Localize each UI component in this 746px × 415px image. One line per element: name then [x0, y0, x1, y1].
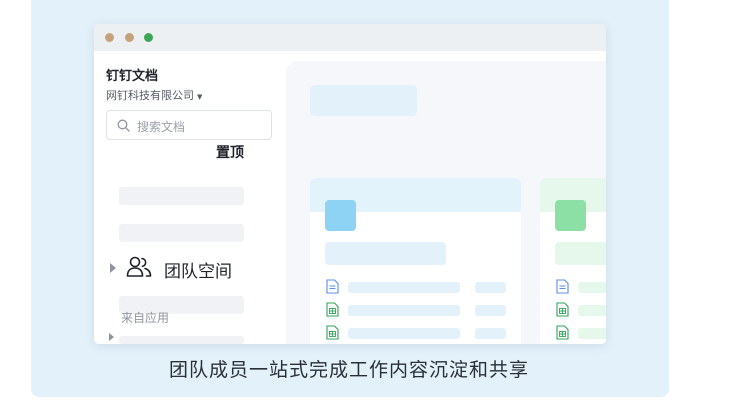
triangle-right-icon[interactable] [109, 333, 114, 341]
org-name: 网钉科技有限公司 [106, 89, 194, 102]
doc-icon [326, 279, 339, 294]
loading-file-name [348, 328, 460, 339]
loading-file-meta [475, 305, 506, 316]
sheet-icon [326, 302, 339, 317]
triangle-right-icon[interactable] [110, 263, 116, 273]
close-button[interactable] [105, 33, 114, 42]
loading-file-name [578, 282, 606, 293]
zoom-button[interactable] [144, 33, 153, 42]
search-icon [117, 119, 130, 132]
pinned-doc-card[interactable] [540, 178, 606, 344]
search-input[interactable]: 搜索文档 [106, 110, 272, 140]
loading-file-name [348, 282, 460, 293]
sidebar-item-label: 来自应用 [121, 311, 170, 325]
caret-down-icon: ▼ [197, 93, 203, 101]
sidebar: 钉钉文档 网钉科技有限公司 ▼ 搜索文档 团队空间 来自应用 [94, 51, 286, 344]
pinned-doc-card[interactable] [310, 178, 521, 344]
main-content [286, 61, 606, 344]
app-window: 钉钉文档 网钉科技有限公司 ▼ 搜索文档 团队空间 来自应用 [94, 24, 606, 344]
loading-file-meta [475, 282, 506, 293]
loading-nav-item [119, 224, 244, 242]
loading-file-name [578, 305, 606, 316]
card-cover-icon [325, 200, 356, 231]
org-switcher[interactable]: 网钉科技有限公司 ▼ [106, 87, 202, 103]
minimize-button[interactable] [125, 33, 134, 42]
sidebar-item-label: 团队空间 [164, 262, 232, 282]
card-cover-icon [555, 200, 586, 231]
loading-card-title [555, 242, 606, 265]
window-titlebar [94, 24, 606, 51]
loading-card-title [325, 242, 446, 265]
search-placeholder: 搜索文档 [137, 120, 186, 134]
video-caption: 团队成员一站式完成工作内容沉淀和共享 [168, 359, 529, 381]
app-title: 钉钉文档 [106, 69, 159, 84]
sheet-icon [326, 325, 339, 340]
loading-file-name [348, 305, 460, 316]
sheet-icon [556, 325, 569, 340]
loading-nav-item [119, 336, 244, 344]
section-title-pinned: 置顶 [216, 145, 244, 161]
loading-header-block [310, 85, 417, 116]
loading-nav-item [119, 187, 244, 205]
team-icon [126, 256, 152, 277]
loading-file-meta [475, 328, 506, 339]
loading-file-name [578, 328, 606, 339]
sheet-icon [556, 302, 569, 317]
doc-icon [556, 279, 569, 294]
